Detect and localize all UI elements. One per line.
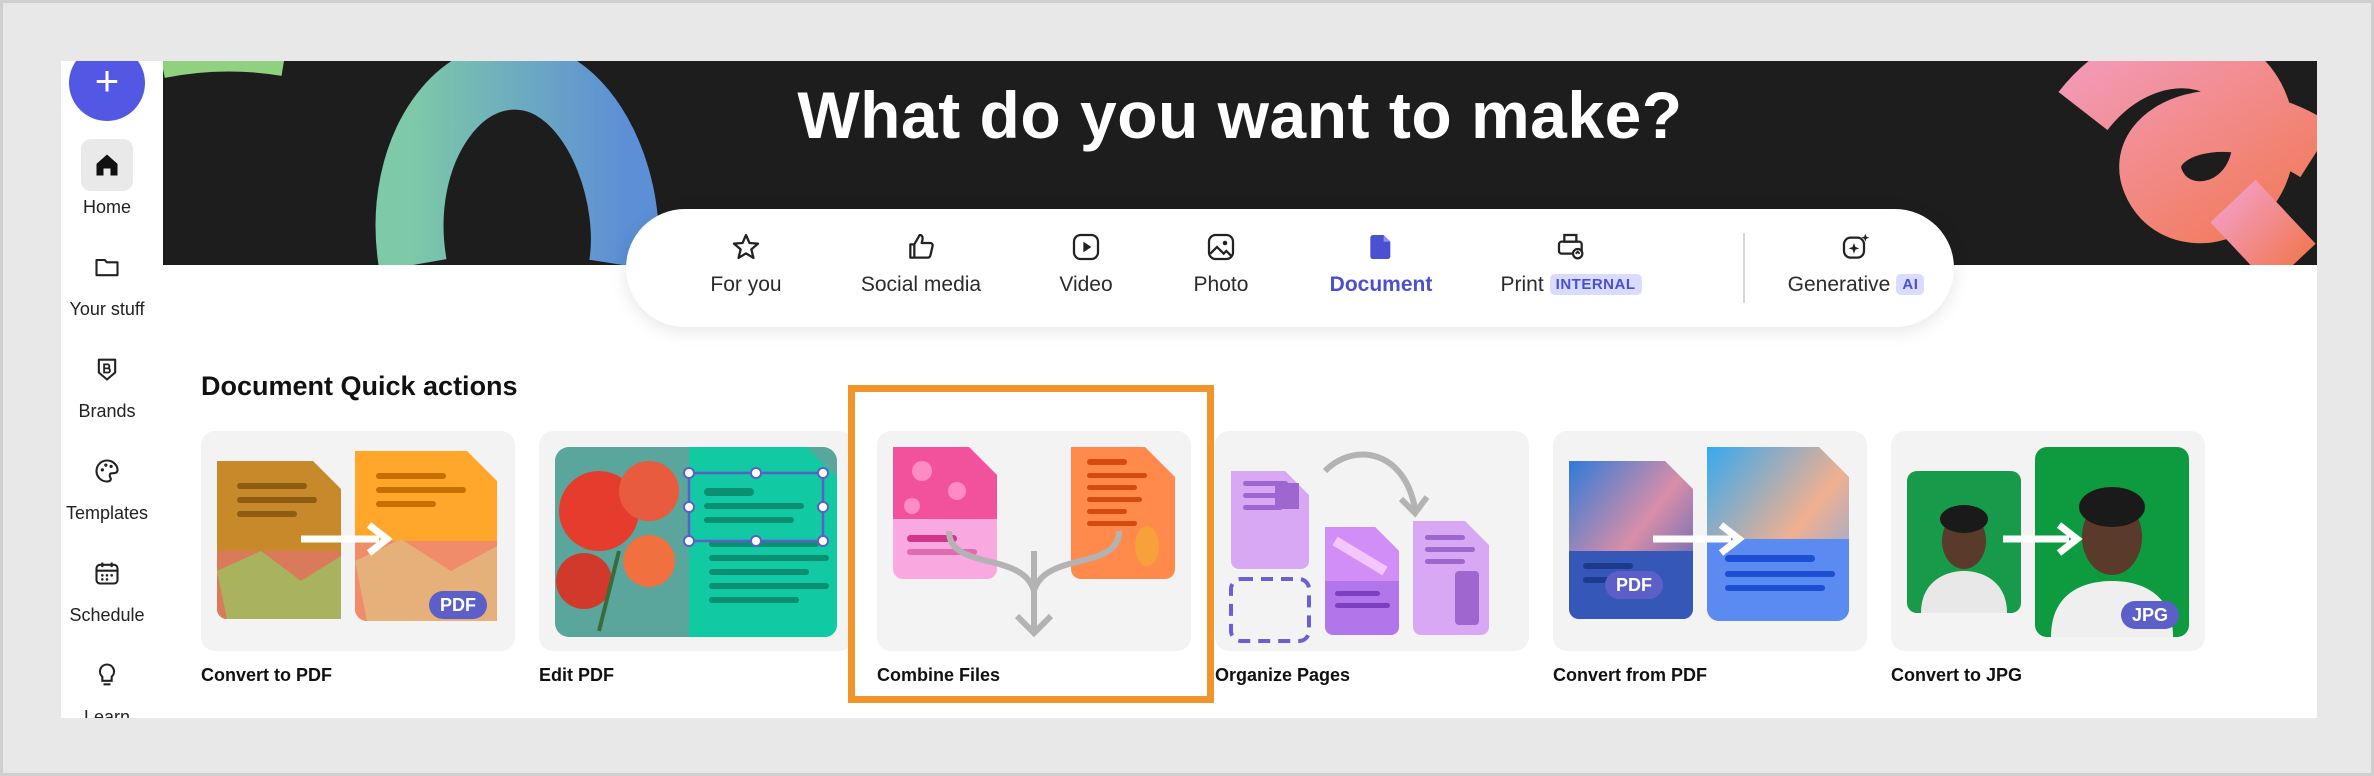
card-thumbnail	[539, 431, 853, 651]
section-title: Document Quick actions	[201, 371, 518, 401]
sidebar-item-your-stuff[interactable]: Your stuff	[61, 241, 153, 320]
sidebar-item-templates[interactable]: Templates	[61, 445, 153, 524]
screenshot-frame: + Home Your stuff Brands Templates Sched…	[0, 0, 2374, 776]
card-convert-to-pdf[interactable]: PDF Convert to PDF	[201, 431, 515, 686]
tab-photo[interactable]: Photo	[1171, 231, 1271, 297]
sidebar-item-label: Your stuff	[69, 299, 145, 319]
tabs-divider	[1743, 233, 1745, 303]
tab-document[interactable]: Document	[1316, 231, 1446, 297]
sidebar-item-home[interactable]: Home	[61, 139, 153, 218]
tab-label: Document	[1329, 273, 1433, 296]
calendar-icon	[81, 547, 133, 599]
lightbulb-icon	[81, 649, 133, 701]
play-icon	[1072, 233, 1100, 261]
internal-tag: INTERNAL	[1549, 274, 1642, 295]
card-edit-pdf[interactable]: Edit PDF	[539, 431, 853, 686]
hero-title: What do you want to make?	[797, 78, 1683, 152]
tab-for-you[interactable]: For you	[686, 231, 806, 297]
pdf-badge: PDF	[440, 595, 476, 615]
card-thumbnail: PDF	[201, 431, 515, 651]
sidebar-item-label: Brands	[78, 401, 136, 421]
card-label: Organize Pages	[1215, 665, 1351, 685]
create-button[interactable]: +	[69, 61, 145, 121]
highlight-box	[848, 385, 1214, 703]
tab-social-media[interactable]: Social media	[846, 231, 996, 297]
tab-generative[interactable]: Generative AI	[1781, 231, 1931, 297]
image-icon	[1207, 233, 1235, 261]
home-icon	[81, 139, 133, 191]
card-label: Convert from PDF	[1553, 665, 1708, 685]
tab-video[interactable]: Video	[1036, 231, 1136, 297]
category-tabs: For you Social media Video Photo Documen…	[626, 209, 1954, 327]
app-window: + Home Your stuff Brands Templates Sched…	[61, 61, 2317, 718]
card-thumbnail: PDF	[1553, 431, 1867, 651]
card-label: Convert to PDF	[201, 665, 333, 685]
tab-label: Print	[1500, 273, 1544, 296]
tab-print[interactable]: Print INTERNAL	[1491, 231, 1651, 297]
ai-tag: AI	[1896, 274, 1925, 295]
tab-label: For you	[710, 273, 782, 296]
sidebar-item-brands[interactable]: Brands	[61, 343, 153, 422]
sidebar-item-label: Home	[82, 197, 131, 217]
card-label: Edit PDF	[539, 665, 614, 685]
card-label: Convert to JPG	[1891, 665, 2023, 685]
sidebar-item-label: Templates	[65, 503, 149, 523]
jpg-badge: JPG	[2132, 605, 2168, 625]
sidebar-item-label: Schedule	[69, 605, 145, 625]
tab-label: Video	[1059, 273, 1113, 296]
star-icon	[732, 233, 760, 260]
card-convert-from-pdf[interactable]: PDF Convert from PDF	[1553, 431, 1867, 686]
card-organize-pages[interactable]: Organize Pages	[1215, 431, 1529, 686]
sidebar-item-schedule[interactable]: Schedule	[61, 547, 153, 626]
tab-label: Social media	[860, 273, 982, 296]
tab-label: Photo	[1193, 273, 1249, 296]
brand-icon	[81, 343, 133, 395]
folder-icon	[81, 241, 133, 293]
sidebar-item-learn[interactable]: Learn	[61, 649, 153, 718]
sparkle-icon	[1842, 233, 1870, 259]
tab-label: Generative	[1787, 273, 1891, 296]
card-thumbnail: JPG	[1891, 431, 2205, 651]
print-icon	[1557, 233, 1584, 260]
card-convert-to-jpg[interactable]: JPG Convert to JPG	[1891, 431, 2205, 686]
pdf-badge: PDF	[1616, 575, 1652, 595]
sidebar-item-label: Learn	[83, 707, 131, 718]
thumbs-up-icon	[909, 233, 934, 259]
card-thumbnail	[1215, 431, 1529, 651]
templates-icon	[81, 445, 133, 497]
document-icon	[1370, 235, 1391, 259]
sidebar: + Home Your stuff Brands Templates Sched…	[61, 61, 163, 718]
